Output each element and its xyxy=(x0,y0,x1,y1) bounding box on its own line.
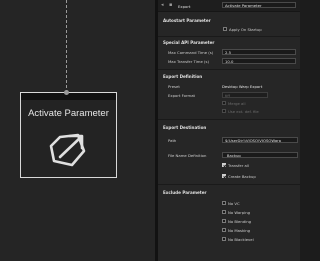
divider xyxy=(158,69,300,70)
merge-all-checkbox[interactable] xyxy=(222,101,226,105)
node-connection-line xyxy=(66,0,67,93)
max-command-time-field[interactable]: 2.5 xyxy=(222,49,296,55)
section-title-special-api: Special API Parameter xyxy=(163,40,215,45)
no-warping-checkbox[interactable] xyxy=(222,210,226,214)
node-canvas[interactable]: Activate Parameter xyxy=(0,0,155,261)
path-field[interactable]: $(UserDir)\VIOSO\VIOSOWarp xyxy=(222,137,298,143)
file-name-definition-label: File Name Definition xyxy=(168,153,207,158)
collapse-icon[interactable]: ◂ xyxy=(161,3,164,8)
create-backup-checkbox[interactable] xyxy=(222,174,226,178)
no-vc-checkbox[interactable] xyxy=(222,201,226,205)
merge-all-label: Merge all xyxy=(228,101,246,106)
max-transfer-time-label: Max Transfer Time (s) xyxy=(168,59,209,64)
no-blending-label: No Blending xyxy=(228,219,252,224)
apply-on-startup-checkbox[interactable] xyxy=(223,27,227,31)
max-command-time-label: Max Command Time (s) xyxy=(168,50,214,55)
use-ext-def-file-label: Use ext. def. file xyxy=(228,109,259,114)
section-title-export-destination: Export Destination xyxy=(163,125,207,130)
properties-panel: ◂ ▪ Export Activate Parameter Autostart … xyxy=(158,0,300,261)
use-ext-def-file-checkbox[interactable] xyxy=(222,109,226,113)
node-title: Activate Parameter xyxy=(28,108,109,119)
preset-value[interactable]: Desktop Warp Export xyxy=(222,84,262,89)
apply-on-startup-label: Apply On Startup xyxy=(229,27,262,32)
divider xyxy=(158,36,300,37)
transfer-all-label: Transfer all xyxy=(228,163,249,168)
no-blacklevel-checkbox[interactable] xyxy=(222,237,226,241)
no-masking-label: No Masking xyxy=(228,228,251,233)
transfer-all-checkbox[interactable] xyxy=(222,163,226,167)
no-vc-label: No VC xyxy=(228,201,240,206)
no-blending-checkbox[interactable] xyxy=(222,219,226,223)
node-header xyxy=(21,93,116,100)
path-label: Path xyxy=(168,138,177,143)
create-backup-label: Create Backup xyxy=(228,174,256,179)
hexagon-arrow-icon xyxy=(48,131,88,173)
no-blacklevel-label: No Blacklevel xyxy=(228,237,254,242)
node-type-icon: ▪ xyxy=(169,2,173,8)
no-warping-label: No Warping xyxy=(228,210,251,215)
no-masking-checkbox[interactable] xyxy=(222,228,226,232)
activate-parameter-node[interactable]: Activate Parameter xyxy=(20,90,117,178)
node-type-label: Export xyxy=(178,3,191,9)
divider xyxy=(158,119,300,120)
file-name-definition-field[interactable]: _Backup xyxy=(222,152,298,158)
export-format-select[interactable]: tiff xyxy=(222,92,268,98)
section-title-autostart: Autostart Parameter xyxy=(163,18,211,23)
export-format-label: Export Format xyxy=(168,93,196,98)
section-title-export-definition: Export Definition xyxy=(163,74,203,79)
preset-label: Preset xyxy=(168,84,180,89)
node-name-field[interactable]: Activate Parameter xyxy=(222,2,296,8)
panel-header: ◂ ▪ Export Activate Parameter xyxy=(158,0,300,12)
section-title-exclude: Exclude Parameter xyxy=(163,190,207,195)
max-transfer-time-field[interactable]: 10.0 xyxy=(222,58,296,64)
node-input-port[interactable] xyxy=(64,90,69,95)
divider xyxy=(158,184,300,185)
